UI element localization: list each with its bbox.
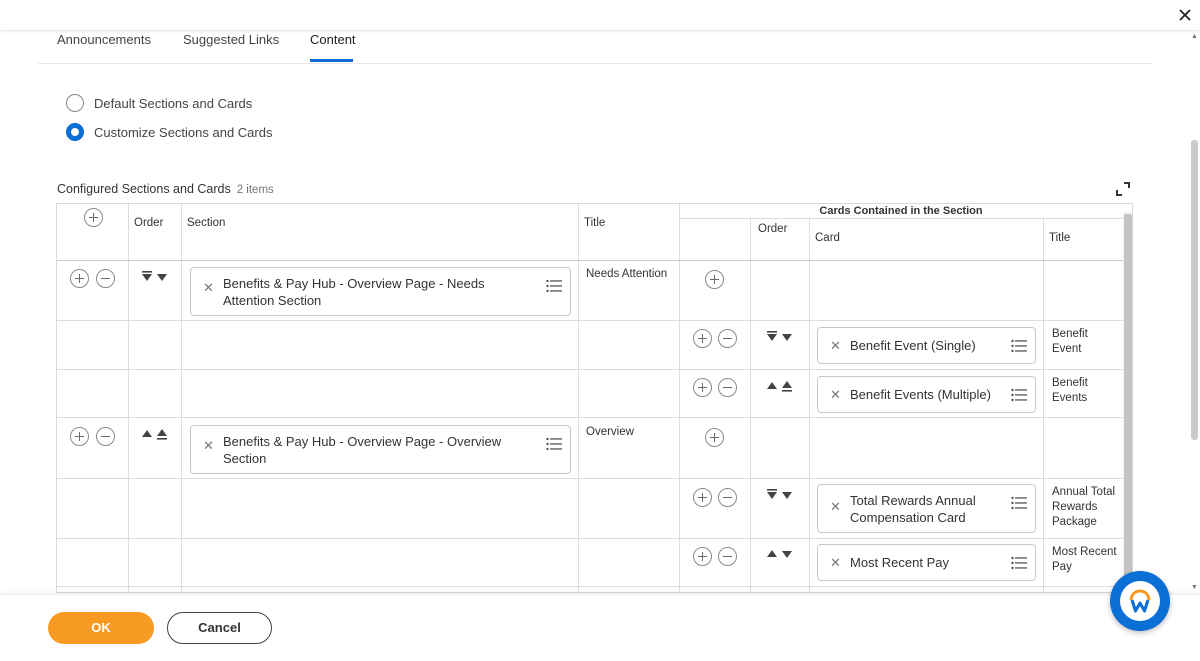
- option-default-sections[interactable]: Default Sections and Cards: [66, 93, 252, 113]
- col-divider: [578, 204, 579, 592]
- add-card-button[interactable]: [705, 428, 724, 447]
- row-divider: [57, 320, 1123, 321]
- workday-assistant-icon: [1120, 581, 1160, 621]
- tab-suggested-links[interactable]: Suggested Links: [183, 32, 279, 47]
- page-scroll-up-icon[interactable]: ▲: [1191, 33, 1198, 40]
- card-title: Benefit Event: [1052, 328, 1088, 355]
- move-down-icons[interactable]: [766, 488, 792, 502]
- remove-selection-icon[interactable]: ✕: [830, 338, 841, 354]
- header-title: Title: [584, 217, 606, 229]
- add-card-button[interactable]: [693, 488, 712, 507]
- option-customize-sections[interactable]: Customize Sections and Cards: [66, 122, 272, 142]
- header-bottom-line: [57, 260, 1123, 261]
- option-customize-label: Customize Sections and Cards: [94, 124, 273, 140]
- remove-selection-icon[interactable]: ✕: [203, 280, 214, 296]
- prompt-list-icon[interactable]: [1011, 339, 1027, 353]
- prompt-list-icon[interactable]: [1011, 388, 1027, 402]
- tab-bar: Announcements Suggested Links Content: [38, 30, 1152, 64]
- col-divider: [181, 204, 182, 592]
- section-title: Overview: [586, 426, 634, 438]
- remove-row-button[interactable]: [96, 269, 115, 288]
- workday-assistant-button[interactable]: [1110, 571, 1170, 631]
- page-scroll-down-icon[interactable]: ▼: [1191, 584, 1198, 591]
- card-prompt[interactable]: ✕ Most Recent Pay: [817, 544, 1036, 581]
- card-prompt[interactable]: ✕ Benefit Events (Multiple): [817, 376, 1036, 413]
- close-icon[interactable]: [1176, 6, 1194, 24]
- header-card-title: Title: [1049, 232, 1071, 244]
- prompt-list-icon[interactable]: [546, 279, 562, 293]
- card-title: Most Recent Pay: [1052, 546, 1117, 573]
- col-divider: [128, 204, 129, 592]
- add-card-button[interactable]: [693, 329, 712, 348]
- section-title: Needs Attention: [586, 268, 668, 280]
- option-default-label: Default Sections and Cards: [94, 95, 253, 111]
- row-divider: [57, 586, 1123, 587]
- row-divider: [57, 478, 1123, 479]
- remove-selection-icon[interactable]: ✕: [203, 438, 214, 454]
- ok-button[interactable]: OK: [48, 612, 154, 644]
- add-card-button[interactable]: [705, 270, 724, 289]
- remove-selection-icon[interactable]: ✕: [830, 555, 841, 571]
- move-up-down-icons[interactable]: [766, 547, 792, 561]
- card-title: Annual Total Rewards Package: [1052, 486, 1116, 528]
- remove-card-button[interactable]: [718, 329, 737, 348]
- move-down-icons[interactable]: [766, 330, 792, 344]
- section-value: Benefits & Pay Hub - Overview Page - Ove…: [223, 434, 502, 466]
- radio-default[interactable]: [66, 94, 84, 112]
- header-section: Section: [187, 217, 226, 229]
- active-tab-indicator: [310, 59, 353, 62]
- col-divider: [679, 204, 680, 592]
- col-divider: [1043, 218, 1044, 592]
- row-divider: [57, 417, 1123, 418]
- prompt-list-icon[interactable]: [546, 437, 562, 451]
- dialog-footer: OK Cancel: [0, 595, 1200, 661]
- cancel-button[interactable]: Cancel: [167, 612, 272, 644]
- grid-item-count: 2 items: [236, 184, 274, 196]
- group-header-divider: [679, 218, 1123, 219]
- remove-selection-icon[interactable]: ✕: [830, 499, 841, 515]
- configured-sections-grid: Order Section Title Cards Contained in t…: [56, 203, 1133, 593]
- card-prompt[interactable]: ✕ Total Rewards Annual Compensation Card: [817, 484, 1036, 533]
- card-value: Benefit Event (Single): [850, 338, 976, 353]
- prompt-list-icon[interactable]: [1011, 556, 1027, 570]
- grid-scroll-thumb[interactable]: [1124, 214, 1132, 592]
- move-up-icons[interactable]: [141, 427, 167, 441]
- section-prompt[interactable]: ✕ Benefits & Pay Hub - Overview Page - O…: [190, 425, 571, 474]
- section-value: Benefits & Pay Hub - Overview Page - Nee…: [223, 276, 485, 308]
- tab-announcements[interactable]: Announcements: [57, 32, 151, 47]
- move-down-icons[interactable]: [141, 270, 167, 284]
- card-value: Total Rewards Annual Compensation Card: [850, 493, 976, 525]
- remove-card-button[interactable]: [718, 547, 737, 566]
- add-row-button[interactable]: [70, 269, 89, 288]
- prompt-list-icon[interactable]: [1011, 496, 1027, 510]
- add-card-button[interactable]: [693, 547, 712, 566]
- move-up-icons[interactable]: [766, 379, 792, 393]
- card-title: Benefit Events: [1052, 377, 1088, 404]
- section-prompt[interactable]: ✕ Benefits & Pay Hub - Overview Page - N…: [190, 267, 571, 316]
- add-row-button[interactable]: [84, 208, 103, 227]
- col-divider: [750, 218, 751, 592]
- dialog-top-bar: [0, 0, 1200, 30]
- radio-customize[interactable]: [66, 123, 84, 141]
- col-divider: [809, 218, 810, 592]
- remove-card-button[interactable]: [718, 488, 737, 507]
- add-row-button[interactable]: [70, 427, 89, 446]
- remove-card-button[interactable]: [718, 378, 737, 397]
- header-cards-group: Cards Contained in the Section: [819, 205, 983, 217]
- card-value: Most Recent Pay: [850, 555, 949, 570]
- grid-title: Configured Sections and Cards 2 items: [57, 182, 274, 196]
- expand-icon[interactable]: [1116, 182, 1130, 196]
- row-divider: [57, 538, 1123, 539]
- remove-row-button[interactable]: [96, 427, 115, 446]
- card-prompt[interactable]: ✕ Benefit Event (Single): [817, 327, 1036, 364]
- remove-selection-icon[interactable]: ✕: [830, 387, 841, 403]
- page-scrollbar-thumb[interactable]: [1191, 140, 1198, 440]
- header-order: Order: [134, 217, 164, 229]
- tab-content[interactable]: Content: [310, 32, 356, 47]
- card-value: Benefit Events (Multiple): [850, 387, 991, 402]
- add-card-button[interactable]: [693, 378, 712, 397]
- row-divider: [57, 369, 1123, 370]
- header-card-order: Order: [758, 223, 788, 235]
- header-card: Card: [815, 232, 840, 244]
